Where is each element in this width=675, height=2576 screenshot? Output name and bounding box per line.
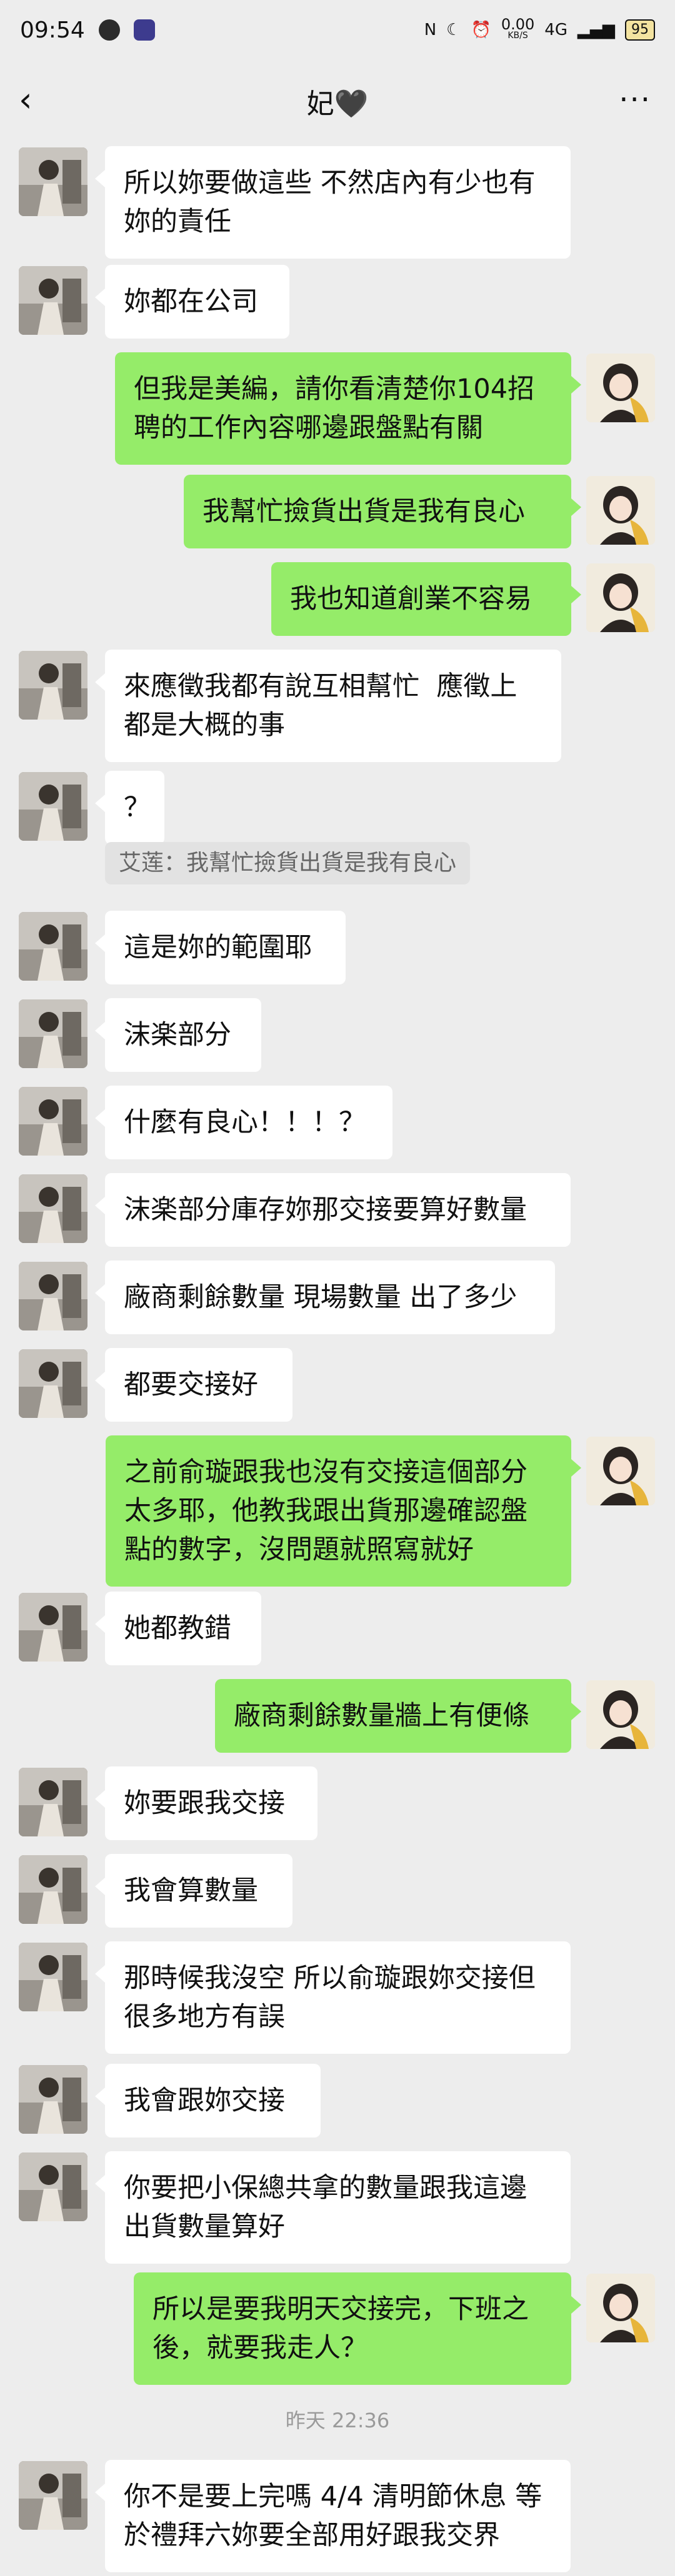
message-bubble[interactable]: 你要把小保總共拿的數量跟我這邊出貨數量算好 [95,2151,571,2264]
network-speed-value: 0.00 [501,16,535,33]
moon-icon: ☾ [446,21,461,39]
contact-avatar[interactable] [19,1174,88,1243]
contact-avatar[interactable] [19,147,88,216]
message-bubble[interactable]: 但我是美編，請你看清楚你104招聘的工作內容哪邊跟盤點有關 [115,352,581,465]
contact-avatar[interactable] [19,772,88,841]
chat-header: ‹ 妃🖤 ··· [0,60,675,142]
notification-app-icon [133,19,155,41]
nfc-icon: N [424,21,437,39]
message-bubble[interactable]: 都要交接好 [95,1348,292,1422]
my-avatar[interactable] [586,563,655,632]
message-bubble[interactable]: 妳都在公司 [95,265,289,339]
contact-avatar[interactable] [19,1262,88,1330]
chat-title: 妃🖤 [306,88,369,120]
message-bubble[interactable]: 她都教錯 [95,1592,261,1665]
contact-avatar[interactable] [19,651,88,720]
back-icon[interactable]: ‹ [19,81,56,119]
contact-avatar[interactable] [19,2461,88,2530]
my-avatar[interactable] [586,1680,655,1749]
received-message: 我會算數量 [0,1854,675,1928]
message-timestamp: 昨天 22:36 [285,2409,390,2432]
more-options-icon[interactable]: ··· [619,81,651,119]
received-message: 她都教錯 [0,1592,675,1665]
received-message: 那時候我沒空 所以俞璇跟妳交接但很多地方有誤 [0,1941,675,2054]
received-message: 沫楽部分 [0,998,675,1072]
received-message: 我會跟妳交接 [0,2064,675,2138]
message-bubble[interactable]: 妳要跟我交接 [95,1766,318,1840]
message-bubble[interactable]: 我會算數量 [95,1854,292,1928]
message-bubble[interactable]: 之前俞璇跟我也沒有交接這個部分太多耶，他教我跟出貨那邊確認盤點的數字，沒問題就照… [106,1435,581,1587]
contact-avatar[interactable] [19,266,88,335]
message-bubble[interactable]: 沫楽部分庫存妳那交接要算好數量 [95,1173,571,1247]
my-avatar[interactable] [586,476,655,545]
message-bubble[interactable]: 沫楽部分 [95,998,261,1072]
sent-message: 所以是要我明天交接完，下班之後，就要我走人？ [0,2272,675,2385]
sent-message: 之前俞璇跟我也沒有交接這個部分太多耶，他教我跟出貨那邊確認盤點的數字，沒問題就照… [0,1435,675,1587]
contact-avatar[interactable] [19,1593,88,1662]
received-message: 妳要跟我交接 [0,1766,675,1840]
network-speed-unit: KB/S [508,31,528,41]
message-bubble[interactable]: 廠商剩餘數量 現場數量 出了多少 [95,1261,555,1334]
received-message: 所以妳要做這些 不然店內有少也有妳的責任 [0,146,675,259]
received-message: 都要交接好 [0,1348,675,1422]
received-message: 你不是要上完嗎 4/4 清明節休息 等於禮拜六妳要全部用好跟我交界 [0,2460,675,2572]
contact-avatar[interactable] [19,1349,88,1418]
my-avatar[interactable] [586,1437,655,1505]
status-time: 09:54 [20,17,85,43]
battery-icon: 95 [625,19,655,41]
contact-avatar[interactable] [19,2065,88,2134]
signal-icon: ▂▄▆ [578,21,615,39]
received-message: 廠商剩餘數量 現場數量 出了多少 [0,1261,675,1334]
contact-avatar[interactable] [19,999,88,1068]
sent-message: 我幫忙撿貨出貨是我有良心 [0,475,675,548]
contact-avatar[interactable] [19,1943,88,2011]
message-bubble[interactable]: 來應徵我都有說互相幫忙 應徵上都是大概的事 [95,650,561,762]
sent-message: 但我是美編，請你看清楚你104招聘的工作內容哪邊跟盤點有關 [0,352,675,465]
message-bubble[interactable]: 所以妳要做這些 不然店內有少也有妳的責任 [95,146,571,259]
message-bubble[interactable]: 廠商剩餘數量牆上有便條 [215,1679,581,1753]
message-bubble[interactable]: 我也知道創業不容易 [271,562,581,636]
contact-avatar[interactable] [19,2152,88,2221]
message-bubble[interactable]: 你不是要上完嗎 4/4 清明節休息 等於禮拜六妳要全部用好跟我交界 [95,2460,571,2572]
signal-type: 4G [544,21,568,39]
message-bubble[interactable]: 這是妳的範圍耶 [95,911,346,984]
my-avatar[interactable] [586,354,655,422]
quoted-message[interactable]: 艾莲：我幫忙撿貨出貨是我有良心 [105,842,471,884]
received-message: 沫楽部分庫存妳那交接要算好數量 [0,1173,675,1247]
contact-avatar[interactable] [19,1087,88,1156]
contact-avatar[interactable] [19,1855,88,1924]
message-bubble[interactable]: 什麼有良心！！！？ [95,1086,392,1159]
received-message: 妳都在公司 [0,265,675,339]
received-message: 什麼有良心！！！？ [0,1086,675,1159]
received-message: 來應徵我都有說互相幫忙 應徵上都是大概的事 [0,650,675,762]
message-bubble[interactable]: 我會跟妳交接 [95,2064,321,2138]
received-message: 這是妳的範圍耶 [0,911,675,984]
contact-avatar[interactable] [19,1768,88,1836]
message-bubble[interactable]: 那時候我沒空 所以俞璇跟妳交接但很多地方有誤 [95,1941,571,2054]
alarm-icon: ⏰ [471,21,491,39]
notification-app-icon [98,19,120,41]
received-message: ？ [0,771,675,845]
sent-message: 廠商剩餘數量牆上有便條 [0,1679,675,1753]
chat-area[interactable]: 所以妳要做這些 不然店內有少也有妳的責任 妳都在公司但我是美編，請你看清楚你104… [0,142,675,2576]
network-speed: 0.00 KB/S [501,16,535,41]
contact-avatar[interactable] [19,912,88,981]
message-bubble[interactable]: 所以是要我明天交接完，下班之後，就要我走人？ [134,2272,581,2385]
my-avatar[interactable] [586,2274,655,2342]
received-message: 你要把小保總共拿的數量跟我這邊出貨數量算好 [0,2151,675,2264]
sent-message: 我也知道創業不容易 [0,562,675,636]
status-bar: 09:54 N ☾ ⏰ 0.00 KB/S 4G ▂▄▆ 95 [0,0,675,60]
message-bubble[interactable]: 我幫忙撿貨出貨是我有良心 [184,475,581,548]
message-bubble[interactable]: ？ [95,771,164,845]
